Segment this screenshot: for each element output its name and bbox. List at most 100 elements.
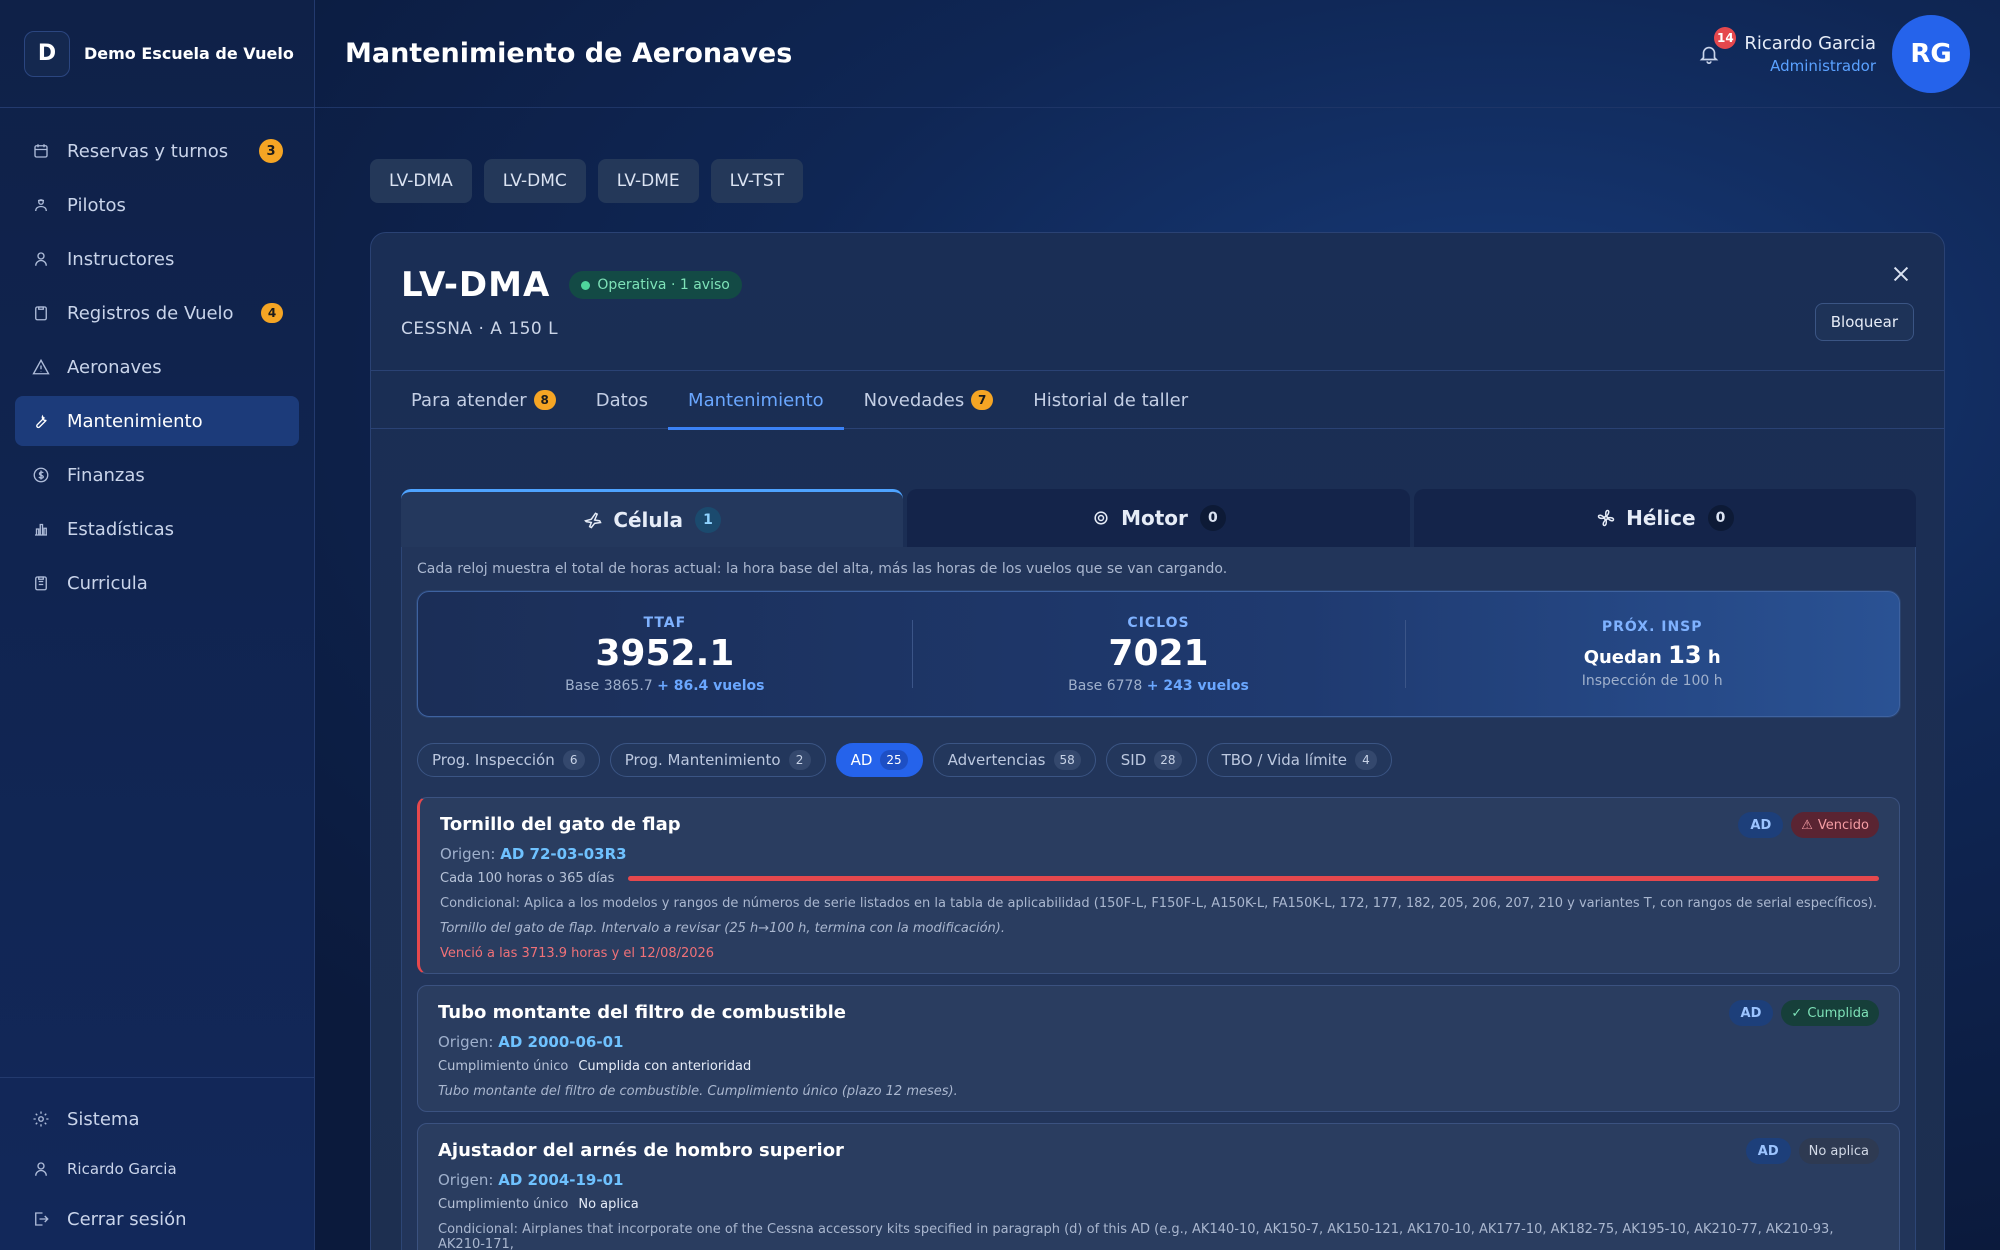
item-compliance: Cumplimiento único Cumplida con anterior…: [438, 1059, 1879, 1074]
stat-ciclos: CICLOS 7021 Base 6778 + 243 vuelos: [911, 592, 1406, 716]
sidebar-item-label: Cerrar sesión: [67, 1208, 187, 1230]
item-overdue-text: Venció a las 3713.9 horas y el 12/08/202…: [440, 946, 715, 961]
aircraft-tab-lv-dma[interactable]: LV-DMA: [370, 159, 472, 203]
item-conditional: Condicional: Aplica a los modelos y rang…: [440, 896, 1877, 911]
stat-sub: Inspección de 100 h: [1581, 673, 1723, 689]
aircraft-tab-lv-dme[interactable]: LV-DME: [597, 159, 699, 203]
item-tags: AD ✓ Cumplida: [1728, 1000, 1879, 1026]
panel-note: Cada reloj muestra el total de horas act…: [417, 561, 1228, 577]
tab-helice[interactable]: Hélice 0: [1413, 489, 1916, 547]
tab-datos[interactable]: Datos: [576, 371, 668, 429]
sidebar-item-estadisticas[interactable]: Estadísticas: [15, 504, 299, 554]
sidebar-item-label: Finanzas: [67, 464, 145, 486]
item-description: Tornillo del gato de flap. Intervalo a r…: [440, 921, 1005, 936]
stat-value: Quedan 13 h: [1584, 641, 1721, 669]
stat-ttaf: TTAF 3952.1 Base 3865.7 + 86.4 vuelos: [418, 592, 912, 716]
tab-para-atender[interactable]: Para atender 8: [391, 371, 576, 429]
brand-logo: D: [24, 30, 70, 77]
sidebar-item-instructores[interactable]: Instructores: [15, 234, 299, 284]
sidebar-item-curricula[interactable]: Curricula: [15, 558, 299, 608]
sidebar-item-sistema[interactable]: Sistema: [15, 1094, 299, 1144]
item-origin: Origen: AD 2004-19-01: [438, 1171, 1879, 1189]
filter-tbo[interactable]: TBO / Vida límite 4: [1206, 743, 1392, 777]
notifications-button[interactable]: 14: [1694, 27, 1737, 69]
ad-tag: AD: [1745, 1138, 1791, 1164]
close-icon: [1893, 266, 1909, 282]
status-text: Vencido: [1817, 817, 1869, 833]
aircraft-registration: LV-DMA: [401, 265, 551, 305]
sidebar-item-pilotos[interactable]: Pilotos: [15, 180, 299, 230]
item-conditional: Condicional: Airplanes that incorporate …: [438, 1222, 1834, 1250]
list-item[interactable]: Tubo montante del filtro de combustible …: [417, 985, 1900, 1112]
filter-sid[interactable]: SID 28: [1105, 743, 1197, 777]
filter-ad[interactable]: AD 25: [835, 743, 923, 777]
sidebar-item-aeronaves[interactable]: Aeronaves: [15, 342, 299, 392]
sidebar-item-finanzas[interactable]: Finanzas: [15, 450, 299, 500]
tab-motor[interactable]: Motor 0: [907, 489, 1410, 547]
sidebar-item-label: Sistema: [67, 1108, 140, 1130]
aircraft-tab-lv-dmc[interactable]: LV-DMC: [483, 159, 586, 203]
brand-name: Demo Escuela de Vuelo: [84, 44, 294, 63]
item-title: Ajustador del arnés de hombro superior: [438, 1140, 844, 1161]
sidebar-item-user[interactable]: Ricardo Garcia: [15, 1144, 299, 1194]
tab-novedades[interactable]: Novedades 7: [844, 371, 1014, 429]
filter-label: Prog. Inspección: [432, 751, 555, 769]
close-button[interactable]: [1890, 263, 1914, 287]
warning-icon: [31, 357, 51, 377]
sidebar-item-label: Registros de Vuelo: [67, 302, 234, 324]
user-info[interactable]: Ricardo Garcia Administrador: [1744, 33, 1876, 75]
tab-badge: 8: [533, 390, 556, 410]
sidebar-item-label: Estadísticas: [67, 518, 175, 540]
list-item[interactable]: Tornillo del gato de flap Origen: AD 72-…: [417, 797, 1900, 974]
compliance-label: Cumplimiento único: [438, 1059, 569, 1074]
aircraft-tab-lv-tst[interactable]: LV-TST: [710, 159, 804, 203]
brand[interactable]: D Demo Escuela de Vuelo: [0, 0, 314, 108]
tab-historial[interactable]: Historial de taller: [1013, 371, 1208, 429]
item-title: Tornillo del gato de flap: [440, 814, 681, 835]
ad-tag: AD: [1728, 1000, 1774, 1026]
item-origin: Origen: AD 2000-06-01: [438, 1033, 1879, 1051]
stat-sub: Base 6778 + 243 vuelos: [1068, 678, 1249, 694]
sidebar-item-mantenimiento[interactable]: Mantenimiento: [15, 396, 299, 446]
item-tags: AD ⚠ Vencido: [1738, 812, 1879, 838]
tab-count: 0: [1199, 505, 1226, 531]
origin-link[interactable]: AD 2004-19-01: [498, 1171, 623, 1189]
warning-icon: ⚠: [1801, 817, 1813, 833]
stat-unit: h: [1707, 647, 1721, 668]
filter-advertencias[interactable]: Advertencias 58: [932, 743, 1096, 777]
pilot-icon: [31, 195, 51, 215]
status-badge: ✓ Cumplida: [1781, 1000, 1879, 1026]
item-compliance: Cumplimiento único No aplica: [438, 1197, 1879, 1212]
origin-link[interactable]: AD 72-03-03R3: [500, 845, 626, 863]
calendar-icon: [31, 141, 51, 161]
sidebar-item-reservas[interactable]: Reservas y turnos 3: [15, 126, 299, 176]
tab-mantenimiento[interactable]: Mantenimiento: [668, 371, 844, 430]
avatar[interactable]: RG: [1892, 15, 1970, 93]
reservas-badge: 3: [259, 139, 283, 163]
origin-prefix: Origen:: [438, 1033, 494, 1051]
filter-prog-mantenimiento[interactable]: Prog. Mantenimiento 2: [609, 743, 826, 777]
tab-count: 0: [1707, 505, 1734, 531]
origin-link[interactable]: AD 2000-06-01: [498, 1033, 623, 1051]
sidebar-item-logout[interactable]: Cerrar sesión: [15, 1194, 299, 1244]
origin-prefix: Origen:: [438, 1171, 494, 1189]
tab-label: Motor: [1121, 506, 1188, 530]
tab-label: Datos: [595, 389, 649, 411]
filter-count: 2: [788, 750, 811, 770]
list-item[interactable]: Ajustador del arnés de hombro superior O…: [417, 1123, 1900, 1250]
block-button[interactable]: Bloquear: [1814, 303, 1914, 341]
filter-chips: Prog. Inspección 6 Prog. Mantenimiento 2…: [417, 743, 1392, 777]
tab-label: Mantenimiento: [688, 389, 824, 411]
stat-base: Base 6778: [1068, 677, 1143, 694]
status-dot-icon: [581, 280, 591, 290]
tab-celula[interactable]: Célula 1: [401, 489, 904, 547]
filter-prog-inspeccion[interactable]: Prog. Inspección 6: [417, 743, 600, 777]
stat-label: CICLOS: [1127, 614, 1190, 631]
stat-sub: Base 3865.7 + 86.4 vuelos: [565, 678, 764, 694]
tab-label: Hélice: [1626, 506, 1696, 530]
gear-icon: [31, 1109, 51, 1129]
sidebar-item-registros[interactable]: Registros de Vuelo 4: [15, 288, 299, 338]
sidebar-item-label: Pilotos: [67, 194, 126, 216]
registros-badge: 4: [261, 303, 283, 323]
sidebar-item-label: Ricardo Garcia: [67, 1160, 177, 1178]
